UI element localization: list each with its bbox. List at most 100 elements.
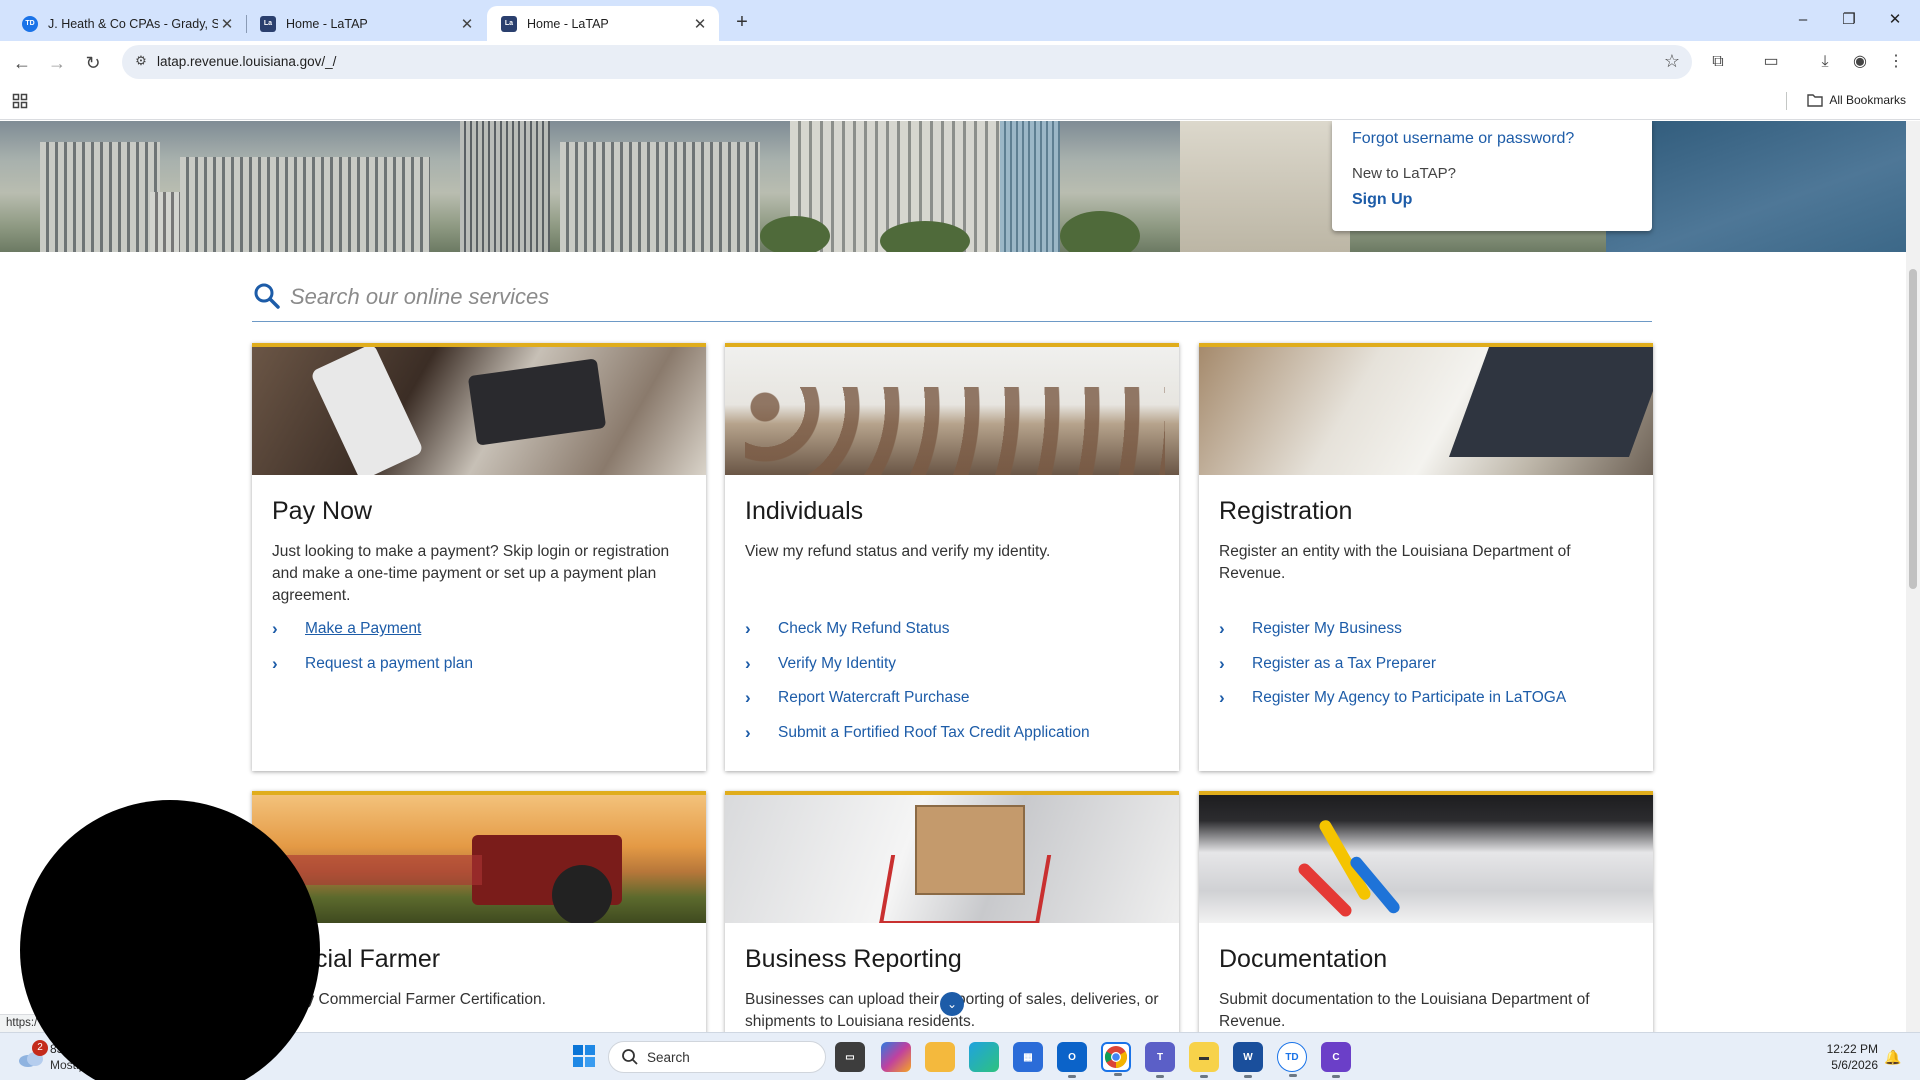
latap-favicon-icon: La	[501, 15, 517, 32]
close-tab-icon[interactable]: ✕	[691, 15, 709, 33]
register-tax-preparer-link[interactable]: Register as a Tax Preparer	[1252, 655, 1436, 673]
site-info-icon[interactable]: ⚙	[132, 53, 150, 71]
back-icon[interactable]: ←	[8, 49, 36, 77]
hero-banner-image: Forgot username or password? New to LaTA…	[0, 121, 1906, 252]
forgot-credentials-link[interactable]: Forgot username or password?	[1352, 130, 1574, 148]
bookmark-star-icon[interactable]: ☆	[1664, 51, 1680, 72]
reload-icon[interactable]: ↻	[79, 49, 107, 77]
card-links: › Make a Payment › Request a payment plan	[272, 612, 473, 681]
tab-jheath[interactable]: TD J. Heath & Co CPAs - Grady, Su ✕	[8, 6, 246, 41]
card-description: Just looking to make a payment? Skip log…	[272, 543, 670, 604]
sign-up-link[interactable]: Sign Up	[1352, 191, 1412, 209]
chevron-right-icon: ›	[272, 619, 278, 639]
list-item[interactable]: › Submit a Fortified Roof Tax Credit Appl…	[745, 716, 1090, 751]
bookmarks-bar: All Bookmarks	[0, 83, 1920, 120]
card-description: ge my Commercial Farmer Certification.	[272, 991, 546, 1008]
make-payment-link[interactable]: Make a Payment	[305, 620, 421, 638]
windows-start-icon[interactable]	[572, 1044, 596, 1068]
register-agency-latoga-link[interactable]: Register My Agency to Participate in LaT…	[1252, 689, 1566, 707]
profile-icon[interactable]: ◉	[1848, 50, 1872, 74]
chevron-right-icon: ›	[745, 619, 751, 639]
forward-icon[interactable]: →	[43, 49, 71, 77]
chrome-icon[interactable]	[1101, 1042, 1131, 1076]
edge-icon[interactable]	[969, 1042, 999, 1072]
scroll-down-chevron-icon[interactable]: ⌄	[940, 992, 964, 1016]
page-scrollbar[interactable]	[1906, 121, 1920, 1032]
notification-bell-icon[interactable]: 🔔	[1884, 1049, 1901, 1066]
verify-identity-link[interactable]: Verify My Identity	[778, 655, 896, 673]
maximize-button[interactable]: ❐	[1826, 4, 1872, 36]
tab-title: J. Heath & Co CPAs - Grady, Su	[48, 16, 218, 31]
card-documentation: Documentation Submit documentation to th…	[1199, 791, 1653, 1032]
extensions-icon[interactable]: ⧉	[1706, 50, 1730, 74]
close-window-button[interactable]: ✕	[1872, 4, 1918, 36]
store-icon[interactable]: ▦	[1013, 1042, 1043, 1072]
card-description: View my refund status and verify my iden…	[745, 543, 1051, 560]
list-item[interactable]: › Register My Business	[1219, 612, 1566, 647]
close-tab-icon[interactable]: ✕	[458, 15, 476, 33]
teams-icon[interactable]: T	[1145, 1042, 1175, 1078]
list-item[interactable]: › Make a Payment	[272, 612, 473, 647]
list-item[interactable]: › Check My Refund Status	[745, 612, 1090, 647]
card-description: Register an entity with the Louisiana De…	[1219, 543, 1571, 582]
search-icon	[622, 1049, 638, 1065]
all-bookmarks-button[interactable]: All Bookmarks	[1807, 93, 1906, 107]
list-item[interactable]: › Report Watercraft Purchase	[745, 681, 1090, 716]
taxdome-icon[interactable]: TD	[1277, 1042, 1307, 1077]
card-title: Documentation	[1219, 945, 1388, 973]
file-explorer-icon[interactable]	[925, 1042, 955, 1072]
chevron-right-icon: ›	[745, 653, 751, 673]
address-bar[interactable]: ⚙ latap.revenue.louisiana.gov/_/ ☆	[122, 45, 1692, 79]
chevron-right-icon: ›	[1219, 688, 1225, 708]
new-to-latap-text: New to LaTAP?	[1352, 165, 1456, 182]
notification-badge: 2	[32, 1040, 48, 1056]
register-business-link[interactable]: Register My Business	[1252, 620, 1402, 638]
list-item[interactable]: › Register My Agency to Participate in La…	[1219, 681, 1566, 716]
card-title: Individuals	[745, 497, 864, 525]
app-icon[interactable]: C	[1321, 1042, 1351, 1078]
request-payment-plan-link[interactable]: Request a payment plan	[305, 655, 473, 673]
menu-icon[interactable]: ⋮	[1884, 50, 1908, 74]
task-view-icon[interactable]: ▭	[835, 1042, 865, 1072]
taskbar-search-label: Search	[647, 1050, 690, 1065]
list-item[interactable]: › Verify My Identity	[745, 647, 1090, 682]
minimize-button[interactable]: –	[1780, 4, 1826, 36]
search-input[interactable]	[290, 279, 1630, 315]
word-icon[interactable]: W	[1233, 1042, 1263, 1078]
system-clock[interactable]: 12:22 PM 5/6/2026	[1814, 1041, 1878, 1073]
tab-latap-1[interactable]: La Home - LaTAP ✕	[246, 6, 486, 41]
apps-grid-icon[interactable]	[12, 93, 28, 109]
report-watercraft-link[interactable]: Report Watercraft Purchase	[778, 689, 970, 707]
chevron-right-icon: ›	[272, 653, 278, 673]
card-description: Submit documentation to the Louisiana De…	[1219, 991, 1590, 1030]
m365-copilot-icon[interactable]	[881, 1042, 911, 1072]
new-tab-button[interactable]: +	[729, 9, 755, 35]
card-links: › Register My Business › Register as a Tax…	[1219, 612, 1566, 716]
card-title: Registration	[1219, 497, 1353, 525]
check-refund-status-link[interactable]: Check My Refund Status	[778, 620, 949, 638]
download-icon[interactable]: ⤓	[1813, 50, 1837, 74]
outlook-icon[interactable]: O	[1057, 1042, 1087, 1078]
card-image-shopping-cart	[725, 795, 1179, 923]
card-image-people	[725, 347, 1179, 475]
url-text[interactable]: latap.revenue.louisiana.gov/_/	[157, 54, 336, 69]
login-panel: Forgot username or password? New to LaTA…	[1332, 121, 1652, 231]
taskbar-search[interactable]: Search	[608, 1041, 826, 1073]
list-item[interactable]: › Request a payment plan	[272, 647, 473, 682]
close-tab-icon[interactable]: ✕	[218, 15, 236, 33]
taxdome-favicon-icon: TD	[22, 15, 38, 32]
card-registration: Registration Register an entity with the…	[1199, 343, 1653, 771]
chevron-right-icon: ›	[1219, 653, 1225, 673]
scrollbar-thumb[interactable]	[1909, 269, 1917, 589]
list-item[interactable]: › Register as a Tax Preparer	[1219, 647, 1566, 682]
card-individuals: Individuals View my refund status and ve…	[725, 343, 1179, 771]
card-pay-now: Pay Now Just looking to make a payment? …	[252, 343, 706, 771]
tab-latap-active[interactable]: La Home - LaTAP ✕	[487, 6, 719, 41]
fortified-roof-link[interactable]: Submit a Fortified Roof Tax Credit Appli…	[778, 724, 1090, 742]
tab-search-icon[interactable]: ▭	[1759, 50, 1783, 74]
chevron-right-icon: ›	[745, 688, 751, 708]
card-commercial-farmer: mercial Farmer ge my Commercial Farmer C…	[252, 791, 706, 1032]
tab-title: Home - LaTAP	[527, 16, 609, 31]
sticky-notes-icon[interactable]: ▬	[1189, 1042, 1219, 1078]
card-image-documents	[1199, 795, 1653, 923]
